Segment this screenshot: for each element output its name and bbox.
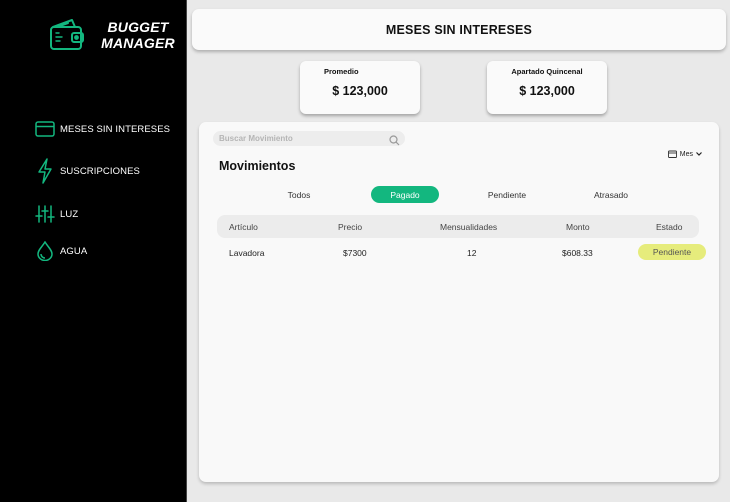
lightning-icon bbox=[34, 158, 56, 184]
page-title: MESES SIN INTERESES bbox=[385, 22, 533, 37]
tab-todos[interactable]: Todos bbox=[279, 186, 319, 203]
movements-panel: Mes Movimientos Todos Pagado Pendiente A… bbox=[199, 122, 719, 482]
chevron-down-icon bbox=[696, 152, 702, 156]
sidebar-item-label: SUSCRIPCIONES bbox=[60, 165, 140, 177]
brand-name: BUGGET MANAGER bbox=[100, 19, 176, 51]
stat-value: $ 123,000 bbox=[519, 84, 575, 98]
water-drop-icon bbox=[34, 240, 56, 262]
search-icon[interactable] bbox=[389, 133, 400, 146]
calendar-icon bbox=[667, 150, 677, 158]
brand-line-2: MANAGER bbox=[101, 35, 175, 51]
column-header-precio: Precio bbox=[338, 221, 363, 232]
sliders-icon bbox=[34, 203, 56, 225]
month-dropdown[interactable]: Mes bbox=[667, 150, 703, 158]
column-header-mensualidades: Mensualidades bbox=[440, 221, 498, 232]
sidebar: BUGGET MANAGER MESES SIN INTERESES SUSCR… bbox=[0, 0, 186, 502]
column-header-estado: Estado bbox=[656, 221, 683, 232]
column-header-monto: Monto bbox=[566, 221, 590, 232]
cell-precio: $7300 bbox=[343, 248, 367, 258]
section-title: Movimientos bbox=[219, 159, 296, 173]
stat-label: Apartado Quincenal bbox=[511, 67, 583, 76]
search-input[interactable] bbox=[219, 134, 379, 143]
table-header: Artículo Precio Mensualidades Monto Esta… bbox=[217, 215, 699, 238]
stat-label: Promedio bbox=[324, 67, 359, 76]
month-label: Mes bbox=[679, 150, 693, 158]
tab-pendiente[interactable]: Pendiente bbox=[481, 186, 533, 203]
sidebar-item-meses-sin-intereses[interactable]: MESES SIN INTERESES bbox=[34, 117, 170, 141]
brand-line-1: BUGGET bbox=[107, 19, 169, 35]
table-row[interactable]: Lavadora $7300 12 $608.33 Pendiente bbox=[217, 242, 707, 264]
stat-card-apartado-quincenal: Apartado Quincenal $ 123,000 bbox=[487, 61, 607, 114]
status-badge: Pendiente bbox=[638, 244, 706, 260]
wallet-logo-icon bbox=[48, 18, 86, 52]
stat-value: $ 123,000 bbox=[332, 84, 388, 98]
stat-card-promedio: Promedio $ 123,000 bbox=[300, 61, 420, 114]
sidebar-item-suscripciones[interactable]: SUSCRIPCIONES bbox=[34, 158, 140, 184]
sidebar-item-label: LUZ bbox=[60, 208, 79, 220]
sidebar-item-luz[interactable]: LUZ bbox=[34, 202, 78, 226]
status-tabs: Todos Pagado Pendiente Atrasado bbox=[199, 186, 719, 204]
main-content: MESES SIN INTERESES Promedio $ 123,000 A… bbox=[186, 0, 730, 502]
tab-pagado[interactable]: Pagado bbox=[371, 186, 439, 203]
cell-mensualidades: 12 bbox=[467, 248, 477, 258]
page-header: MESES SIN INTERESES bbox=[192, 9, 726, 50]
card-icon bbox=[34, 118, 56, 140]
cell-articulo: Lavadora bbox=[229, 248, 265, 258]
column-header-articulo: Artículo bbox=[229, 221, 258, 232]
sidebar-item-agua[interactable]: AGUA bbox=[34, 239, 87, 263]
sidebar-item-label: AGUA bbox=[60, 245, 88, 257]
tab-atrasado[interactable]: Atrasado bbox=[587, 186, 635, 203]
search-bar[interactable] bbox=[213, 131, 405, 146]
sidebar-item-label: MESES SIN INTERESES bbox=[60, 123, 171, 135]
cell-monto: $608.33 bbox=[562, 248, 593, 258]
